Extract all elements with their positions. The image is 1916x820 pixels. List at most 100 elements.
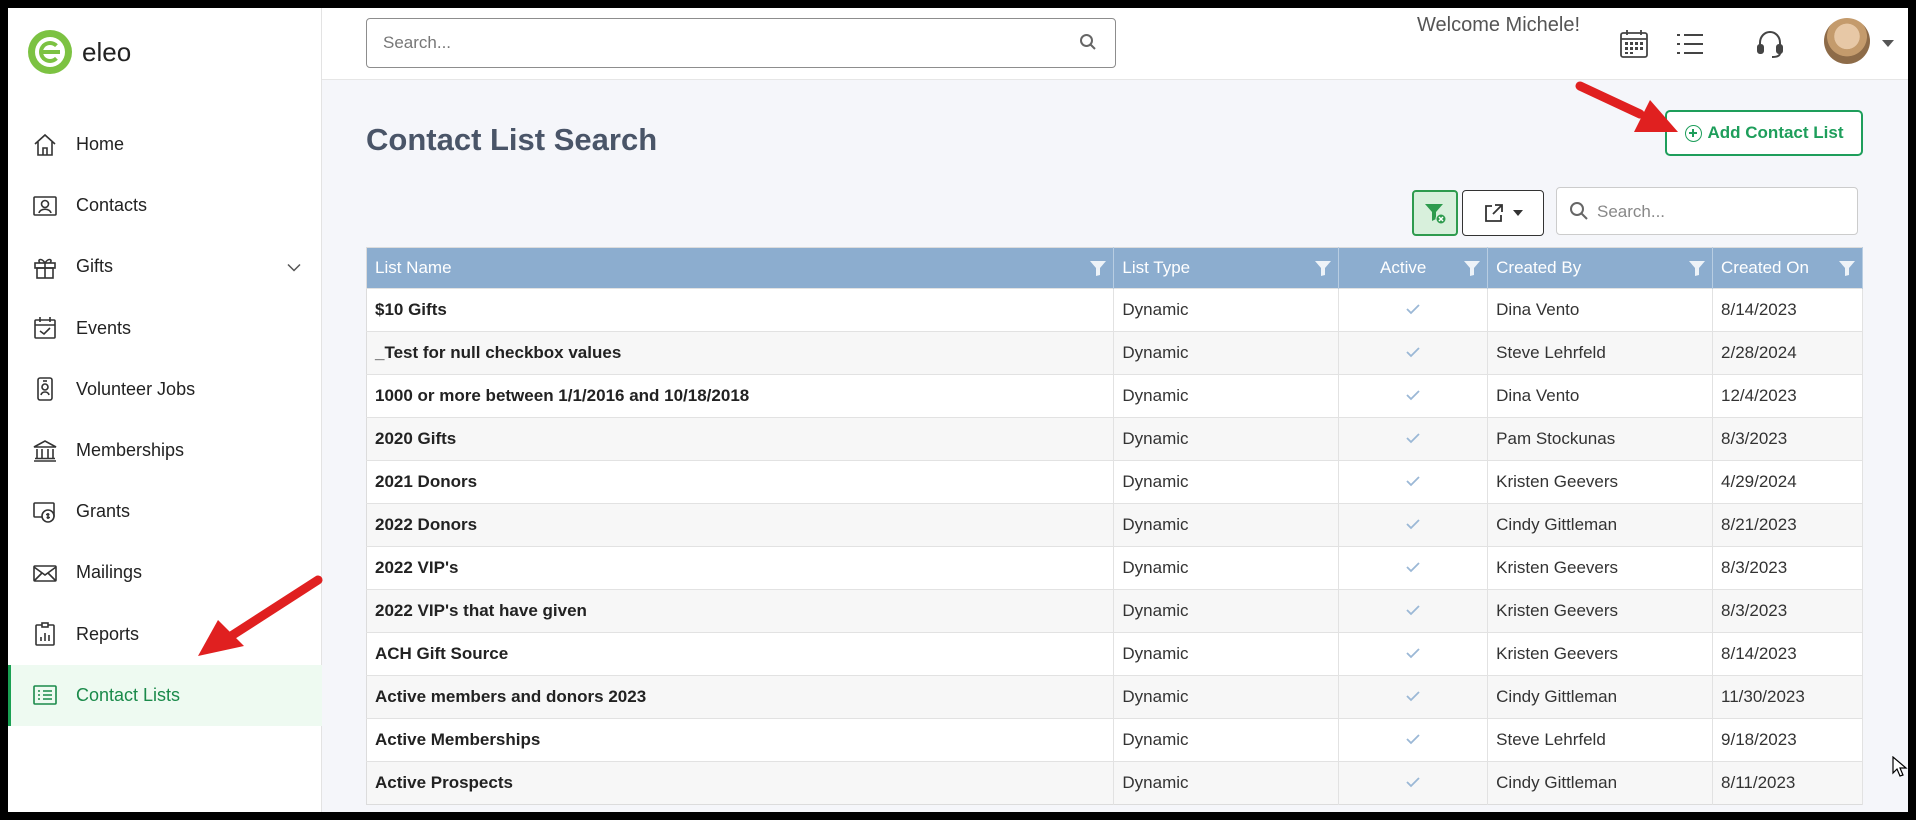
grid-search[interactable]	[1556, 187, 1858, 235]
list-type-cell: Dynamic	[1113, 632, 1340, 676]
sidebar-item-contact-lists[interactable]: Contact Lists	[8, 664, 322, 727]
table-body: $10 Gifts Dynamic Dina Vento 8/14/2023 _Test…	[366, 288, 1863, 805]
active-cell	[1338, 374, 1489, 418]
list-type-cell: Dynamic	[1113, 761, 1340, 805]
table-row[interactable]: 2022 VIP's that have given Dynamic Kristen…	[366, 589, 1863, 633]
contact-card-icon	[30, 191, 60, 221]
filter-icon[interactable]	[1463, 259, 1481, 282]
sidebar-item-label: Contacts	[76, 195, 148, 216]
list-type-cell: Dynamic	[1113, 460, 1340, 504]
list-name-cell[interactable]: $10 Gifts	[366, 288, 1115, 332]
clear-filters-button[interactable]	[1412, 190, 1458, 236]
annotation-arrow-icon	[1575, 81, 1678, 132]
list-type-cell: Dynamic	[1113, 288, 1340, 332]
active-cell	[1338, 675, 1489, 719]
created-by-cell: Cindy Gittleman	[1487, 503, 1714, 547]
search-icon	[1569, 201, 1589, 226]
table-row[interactable]: $10 Gifts Dynamic Dina Vento 8/14/2023	[366, 288, 1863, 332]
sidebar-item-gifts[interactable]: Gifts	[8, 236, 322, 297]
filter-icon[interactable]	[1314, 259, 1332, 282]
list-name-cell[interactable]: 1000 or more between 1/1/2016 and 10/18/…	[366, 374, 1115, 418]
list-type-cell: Dynamic	[1113, 374, 1340, 418]
task-list-icon[interactable]	[1670, 24, 1710, 64]
list-type-cell: Dynamic	[1113, 546, 1340, 590]
active-cell	[1338, 503, 1489, 547]
calendar-grid-icon[interactable]	[1614, 24, 1654, 64]
sidebar-item-label: Grants	[76, 501, 131, 522]
grant-icon	[30, 497, 60, 527]
checkmark-icon	[1406, 562, 1420, 573]
list-name-cell[interactable]: 2020 Gifts	[366, 417, 1115, 461]
column-header-active[interactable]: Active	[1338, 247, 1489, 289]
table-row[interactable]: 2020 Gifts Dynamic Pam Stockunas 8/3/2023	[366, 417, 1863, 461]
checkmark-icon	[1406, 734, 1420, 745]
sidebar-item-contacts[interactable]: Contacts	[8, 175, 322, 236]
column-header-label: Active	[1380, 258, 1427, 277]
avatar[interactable]	[1824, 18, 1870, 64]
sidebar-item-label: Contact Lists	[76, 684, 181, 705]
column-header-created-by[interactable]: Created By	[1487, 247, 1714, 289]
created-by-cell: Pam Stockunas	[1487, 417, 1714, 461]
list-name-cell[interactable]: 2021 Donors	[366, 460, 1115, 504]
created-on-cell: 11/30/2023	[1712, 675, 1863, 719]
created-on-cell: 8/21/2023	[1712, 503, 1863, 547]
created-on-cell: 8/14/2023	[1712, 288, 1863, 332]
created-on-cell: 8/3/2023	[1712, 417, 1863, 461]
table-row[interactable]: Active Memberships Dynamic Steve Lehrfeld 9…	[366, 718, 1863, 762]
chevron-down-icon[interactable]	[1882, 40, 1894, 47]
export-dropdown-button[interactable]	[1462, 190, 1544, 236]
search-icon[interactable]	[1079, 33, 1097, 56]
home-icon	[30, 130, 60, 160]
table-row[interactable]: 1000 or more between 1/1/2016 and 10/18/…	[366, 374, 1863, 418]
filter-icon[interactable]	[1838, 259, 1856, 282]
list-name-cell[interactable]: 2022 VIP's that have given	[366, 589, 1115, 633]
list-name-cell[interactable]: 2022 VIP's	[366, 546, 1115, 590]
list-name-cell[interactable]: ACH Gift Source	[366, 632, 1115, 676]
filter-icon[interactable]	[1089, 259, 1107, 282]
table-row[interactable]: Active Prospects Dynamic Cindy Gittleman 8/…	[366, 761, 1863, 805]
table-row[interactable]: Active members and donors 2023 Dynamic Cin…	[366, 675, 1863, 719]
table-row[interactable]: 2022 Donors Dynamic Cindy Gittleman 8/21/20…	[366, 503, 1863, 547]
created-on-cell: 8/3/2023	[1712, 546, 1863, 590]
add-contact-list-button[interactable]: Add Contact List	[1665, 110, 1863, 156]
table-row[interactable]: ACH Gift Source Dynamic Kristen Geevers 8/1…	[366, 632, 1863, 676]
checkmark-icon	[1406, 476, 1420, 487]
created-on-cell: 12/4/2023	[1712, 374, 1863, 418]
list-name-cell[interactable]: _Test for null checkbox values	[366, 331, 1115, 375]
table-row[interactable]: 2022 VIP's Dynamic Kristen Geevers 8/3/2023	[366, 546, 1863, 590]
sidebar-item-memberships[interactable]: Memberships	[8, 420, 322, 481]
mouse-cursor-icon	[1892, 756, 1908, 777]
active-cell	[1338, 331, 1489, 375]
list-type-cell: Dynamic	[1113, 417, 1340, 461]
created-on-cell: 8/14/2023	[1712, 632, 1863, 676]
list-name-cell[interactable]: Active members and donors 2023	[366, 675, 1115, 719]
gift-icon	[30, 252, 60, 282]
grid-search-input[interactable]	[1597, 200, 1847, 224]
headset-icon[interactable]	[1750, 24, 1790, 64]
sidebar: eleo Home Contacts Gifts Events Voluntee…	[8, 8, 322, 812]
sidebar-item-volunteer-jobs[interactable]: Volunteer Jobs	[8, 359, 322, 420]
column-header-list-name[interactable]: List Name	[366, 247, 1115, 289]
global-search-input[interactable]	[383, 31, 1043, 55]
table-row[interactable]: _Test for null checkbox values Dynamic Ste…	[366, 331, 1863, 375]
sidebar-item-events[interactable]: Events	[8, 298, 322, 359]
list-name-cell[interactable]: Active Memberships	[366, 718, 1115, 762]
sidebar-item-grants[interactable]: Grants	[8, 481, 322, 542]
created-by-cell: Kristen Geevers	[1487, 589, 1714, 633]
global-search[interactable]	[366, 18, 1116, 68]
active-cell	[1338, 546, 1489, 590]
sidebar-item-label: Memberships	[76, 440, 185, 461]
filter-icon[interactable]	[1688, 259, 1706, 282]
chevron-down-icon[interactable]	[286, 256, 302, 277]
checkmark-icon	[1406, 433, 1420, 444]
export-icon	[1485, 204, 1503, 222]
created-by-cell: Dina Vento	[1487, 288, 1714, 332]
column-header-created-on[interactable]: Created On	[1712, 247, 1863, 289]
sidebar-item-home[interactable]: Home	[8, 114, 322, 175]
list-name-cell[interactable]: Active Prospects	[366, 761, 1115, 805]
column-header-list-type[interactable]: List Type	[1113, 247, 1340, 289]
list-name-cell[interactable]: 2022 Donors	[366, 503, 1115, 547]
sidebar-item-label: Reports	[76, 623, 140, 644]
logo[interactable]: eleo	[28, 30, 131, 74]
table-row[interactable]: 2021 Donors Dynamic Kristen Geevers 4/29/20…	[366, 460, 1863, 504]
